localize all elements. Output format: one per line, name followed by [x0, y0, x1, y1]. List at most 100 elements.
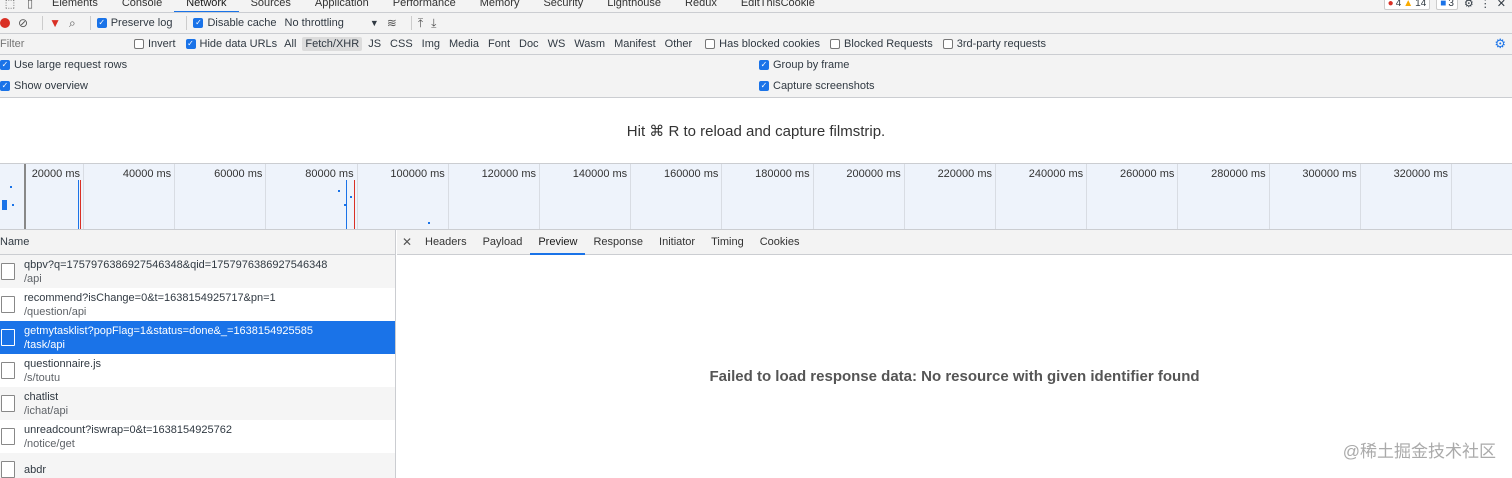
file-icon	[1, 329, 15, 346]
message-icon: ■	[1440, 0, 1447, 9]
network-settings-pane: ✓ Use large request rows ✓ Show overview…	[0, 55, 1512, 98]
messages-badge[interactable]: ■ 3	[1436, 0, 1458, 10]
timeline-tick-label: 100000 ms	[390, 168, 445, 180]
inspect-element-icon[interactable]: ⬚	[0, 0, 20, 10]
show-overview-checkbox[interactable]: ✓ Show overview	[0, 80, 88, 92]
blocked-requests-checkbox[interactable]: Blocked Requests	[830, 38, 933, 50]
filter-type-font[interactable]: Font	[485, 37, 513, 51]
detail-tab-response[interactable]: Response	[585, 230, 651, 255]
throttling-select[interactable]: No throttling ▼	[285, 17, 379, 29]
timeline-tick-label: 320000 ms	[1393, 168, 1448, 180]
tab-editthiscookie[interactable]: EditThisCookie	[729, 0, 827, 12]
request-texts: qbpv?q=1757976386927546348&qid=175797638…	[24, 258, 327, 286]
filter-type-media[interactable]: Media	[446, 37, 482, 51]
column-header-name[interactable]: Name	[0, 230, 395, 255]
tab-lighthouse[interactable]: Lighthouse	[595, 0, 673, 12]
issues-badge[interactable]: ● 4 ▲ 14	[1383, 0, 1431, 10]
filter-type-manifest[interactable]: Manifest	[611, 37, 659, 51]
request-bar	[10, 186, 12, 188]
filter-type-fetch-xhr[interactable]: Fetch/XHR	[302, 37, 363, 51]
detail-tab-timing[interactable]: Timing	[703, 230, 752, 255]
request-row[interactable]: unreadcount?iswrap=0&t=1638154925762/not…	[0, 420, 395, 453]
invert-checkbox[interactable]: Invert	[134, 38, 176, 50]
tab-redux[interactable]: Redux	[673, 0, 729, 12]
filter-funnel-icon[interactable]: ▼	[49, 16, 61, 30]
request-texts: questionnaire.js/s/toutu	[24, 357, 101, 385]
filter-type-css[interactable]: CSS	[387, 37, 416, 51]
clear-icon[interactable]: ⊘	[18, 16, 28, 30]
tab-sources[interactable]: Sources	[239, 0, 303, 12]
search-icon[interactable]: ⌕	[69, 16, 76, 31]
detail-tab-preview[interactable]: Preview	[530, 230, 586, 255]
filter-input[interactable]	[0, 35, 134, 53]
request-row[interactable]: chatlist/ichat/api	[0, 387, 395, 420]
detail-tab-cookies[interactable]: Cookies	[752, 230, 808, 255]
detail-tab-initiator[interactable]: Initiator	[651, 230, 703, 255]
filter-bar: Invert ✓ Hide data URLs All Fetch/XHR JS…	[0, 34, 1512, 55]
timeline-gridline	[539, 164, 540, 229]
tab-console[interactable]: Console	[110, 0, 174, 12]
file-icon	[1, 296, 15, 313]
timeline-tick-label: 160000 ms	[663, 168, 719, 180]
detail-tabs: ✕ Headers Payload Preview Response Initiator…	[397, 230, 1512, 255]
checkbox-checked-icon: ✓	[759, 81, 769, 91]
import-har-icon[interactable]: ⤒	[418, 16, 423, 31]
request-row[interactable]: qbpv?q=1757976386927546348&qid=175797638…	[0, 255, 395, 288]
filter-type-ws[interactable]: WS	[545, 37, 569, 51]
has-blocked-cookies-checkbox[interactable]: Has blocked cookies	[705, 38, 820, 50]
network-settings-gear-icon[interactable]: ⚙	[1494, 36, 1506, 52]
filmstrip-hint: Hit ⌘ R to reload and capture filmstrip.	[0, 98, 1512, 164]
checkbox-checked-icon: ✓	[0, 81, 10, 91]
request-row[interactable]: recommend?isChange=0&t=1638154925717&pn=…	[0, 288, 395, 321]
detail-tab-headers[interactable]: Headers	[417, 230, 475, 255]
network-conditions-icon[interactable]: ≋	[387, 16, 397, 30]
tab-memory[interactable]: Memory	[468, 0, 532, 12]
request-row[interactable]: abdr	[0, 453, 395, 478]
close-devtools-icon[interactable]: ✕	[1497, 0, 1506, 10]
timeline-overview[interactable]: 20000 ms 40000 ms 60000 ms 80000 ms 100000 m…	[0, 164, 1512, 230]
filter-type-other[interactable]: Other	[662, 37, 696, 51]
request-row[interactable]: getmytasklist?popFlag=1&status=done&_=16…	[0, 321, 395, 354]
disable-cache-checkbox[interactable]: ✓ Disable cache	[193, 17, 277, 29]
devtools-tabbar: ⬚ ▯ Elements Console Network Sources App…	[0, 0, 1512, 13]
tab-performance[interactable]: Performance	[381, 0, 468, 12]
group-by-frame-checkbox[interactable]: ✓ Group by frame	[759, 59, 849, 71]
record-icon[interactable]	[0, 18, 10, 28]
timeline-gridline	[903, 164, 905, 229]
tab-security[interactable]: Security	[531, 0, 595, 12]
request-path: /ichat/api	[24, 404, 69, 417]
large-request-rows-checkbox[interactable]: ✓ Use large request rows	[0, 59, 127, 71]
tab-elements[interactable]: Elements	[40, 0, 110, 12]
close-icon[interactable]: ✕	[397, 235, 417, 249]
third-party-requests-checkbox[interactable]: 3rd-party requests	[942, 38, 1046, 50]
more-options-icon[interactable]: ⋮	[1480, 0, 1491, 10]
hide-data-urls-checkbox[interactable]: ✓ Hide data URLs	[185, 38, 277, 50]
settings-gear-icon[interactable]: ⚙	[1464, 0, 1474, 10]
timeline-tick-label: 180000 ms	[755, 168, 810, 180]
separator	[89, 16, 91, 30]
detail-tab-payload[interactable]: Payload	[475, 230, 531, 255]
preserve-log-checkbox[interactable]: ✓ Preserve log	[96, 17, 172, 29]
device-toolbar-icon[interactable]: ▯	[20, 0, 40, 10]
file-icon	[1, 428, 15, 445]
timeline-gridline	[1086, 164, 1088, 229]
filter-type-wasm[interactable]: Wasm	[571, 37, 608, 51]
export-har-icon[interactable]: ⤓	[431, 16, 436, 31]
filter-type-doc[interactable]: Doc	[516, 37, 542, 51]
error-icon: ●	[1387, 0, 1394, 9]
filter-type-all[interactable]: All	[281, 37, 299, 51]
tab-application[interactable]: Application	[303, 0, 381, 12]
filter-type-js[interactable]: JS	[365, 37, 384, 51]
request-path: /s/toutu	[24, 371, 61, 384]
request-name: chatlist	[24, 390, 59, 403]
filter-type-img[interactable]: Img	[419, 37, 443, 51]
timeline-gridline	[1359, 164, 1361, 229]
timeline-tick-label: 300000 ms	[1302, 168, 1357, 180]
timeline-tick-label: 220000 ms	[937, 168, 992, 180]
request-bar	[338, 190, 340, 192]
capture-screenshots-checkbox[interactable]: ✓ Capture screenshots	[759, 80, 875, 92]
tab-network[interactable]: Network	[174, 0, 239, 12]
timeline-tick-label: 200000 ms	[846, 168, 901, 180]
request-row[interactable]: questionnaire.js/s/toutu	[0, 354, 395, 387]
separator	[410, 16, 412, 30]
